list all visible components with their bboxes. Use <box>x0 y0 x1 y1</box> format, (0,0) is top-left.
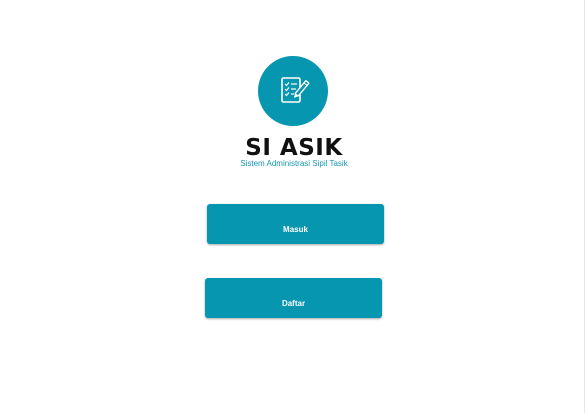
welcome-screen: SI ASIK Sistem Administrasi Sipil Tasik … <box>0 0 588 413</box>
register-button[interactable]: Daftar <box>205 278 382 318</box>
login-button-label: Masuk <box>283 225 308 234</box>
app-logo <box>258 56 328 126</box>
document-edit-icon <box>281 77 310 103</box>
register-button-label: Daftar <box>281 299 306 308</box>
login-button[interactable]: Masuk <box>207 204 384 244</box>
app-subtitle: Sistem Administrasi Sipil Tasik <box>240 159 348 168</box>
app-title: SI ASIK <box>245 135 343 161</box>
window-edge-divider <box>584 0 585 413</box>
